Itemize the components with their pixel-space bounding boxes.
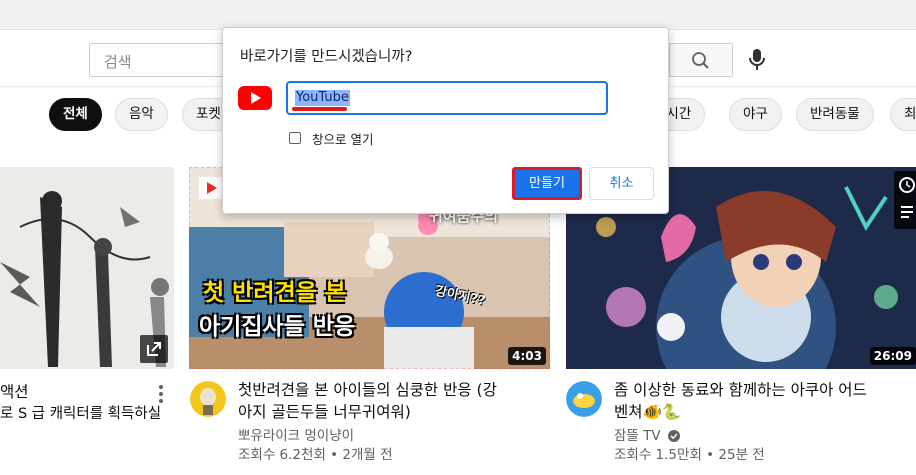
dialog-title: 바로가기를 만드시겠습니까? <box>240 49 413 65</box>
microphone-icon <box>749 49 765 70</box>
chip-more[interactable]: 최 <box>890 98 916 131</box>
open-as-window-checkbox[interactable] <box>289 132 301 144</box>
video-title-1-line1[interactable]: 액션 <box>0 381 29 403</box>
channel-avatar-3[interactable] <box>566 381 602 417</box>
shortcut-name-input[interactable]: YouTube <box>286 81 608 115</box>
channel-avatar-2[interactable] <box>190 381 226 417</box>
channel-name-3[interactable]: 잠뜰 TV <box>614 427 680 446</box>
video-title-3-line1[interactable]: 좀 이상한 동료와 함께하는 아쿠아 어드 <box>614 379 867 401</box>
create-button[interactable]: 만들기 <box>512 167 582 200</box>
thumb-caption-line1: 첫 반려견을 본 <box>203 280 346 306</box>
search-placeholder: 검색 <box>104 53 132 71</box>
video-duration-3: 26:09 <box>869 347 916 365</box>
add-to-queue-icon <box>901 206 913 218</box>
create-shortcut-dialog: 바로가기를 만드시겠습니까? YouTube 창으로 열기 만들기 취소 <box>222 27 669 214</box>
channel-name-2[interactable]: 뽀유라이크 멍이냥이 <box>238 427 354 446</box>
page: 검색 전체 음악 포켓 실시간 야구 반려동물 최 액션 로 S 급 캐릭터를 … <box>0 0 916 475</box>
thumb-caption-line2: 아기집사들 반응 <box>199 314 356 340</box>
chip-all[interactable]: 전체 <box>49 98 102 131</box>
video-meta-3: 조회수 1.5만회 • 25분 전 <box>614 447 765 463</box>
youtube-logo-icon <box>238 86 272 110</box>
browser-top-strip <box>0 0 916 30</box>
video-title-1-line2[interactable]: 로 S 급 캐릭터를 획득하실 <box>0 403 161 425</box>
verified-badge-icon <box>667 430 680 442</box>
video-title-2-line2[interactable]: 아지 골든두들 너무귀여워) <box>238 401 411 423</box>
video-duration-2: 4:03 <box>508 347 546 365</box>
more-options-icon[interactable] <box>156 384 166 404</box>
chip-music[interactable]: 음악 <box>115 98 168 131</box>
video-meta-2: 조회수 6.2천회 • 2개월 전 <box>238 447 393 463</box>
chip-baseball[interactable]: 야구 <box>729 98 782 131</box>
open-as-window-label[interactable]: 창으로 열기 <box>312 129 373 148</box>
voice-search-button[interactable] <box>740 43 774 77</box>
chip-pets[interactable]: 반려동물 <box>796 98 874 131</box>
video-title-2-line1[interactable]: 첫반려견을 본 아이들의 심쿵한 반응 (강 <box>238 379 497 401</box>
video-thumbnail-1[interactable] <box>0 167 174 369</box>
search-icon <box>692 52 709 69</box>
shortcut-name-value: YouTube <box>295 90 350 106</box>
thumbnail-hover-actions <box>894 171 916 229</box>
search-button[interactable] <box>669 43 733 77</box>
cancel-button[interactable]: 취소 <box>589 167 654 200</box>
annotation-underline <box>292 107 347 111</box>
video-title-3-line2[interactable]: 벤쳐🐠🐍 <box>614 401 681 423</box>
channel-name-3-text: 잠뜰 TV <box>614 428 661 444</box>
open-external-icon[interactable] <box>140 335 168 363</box>
